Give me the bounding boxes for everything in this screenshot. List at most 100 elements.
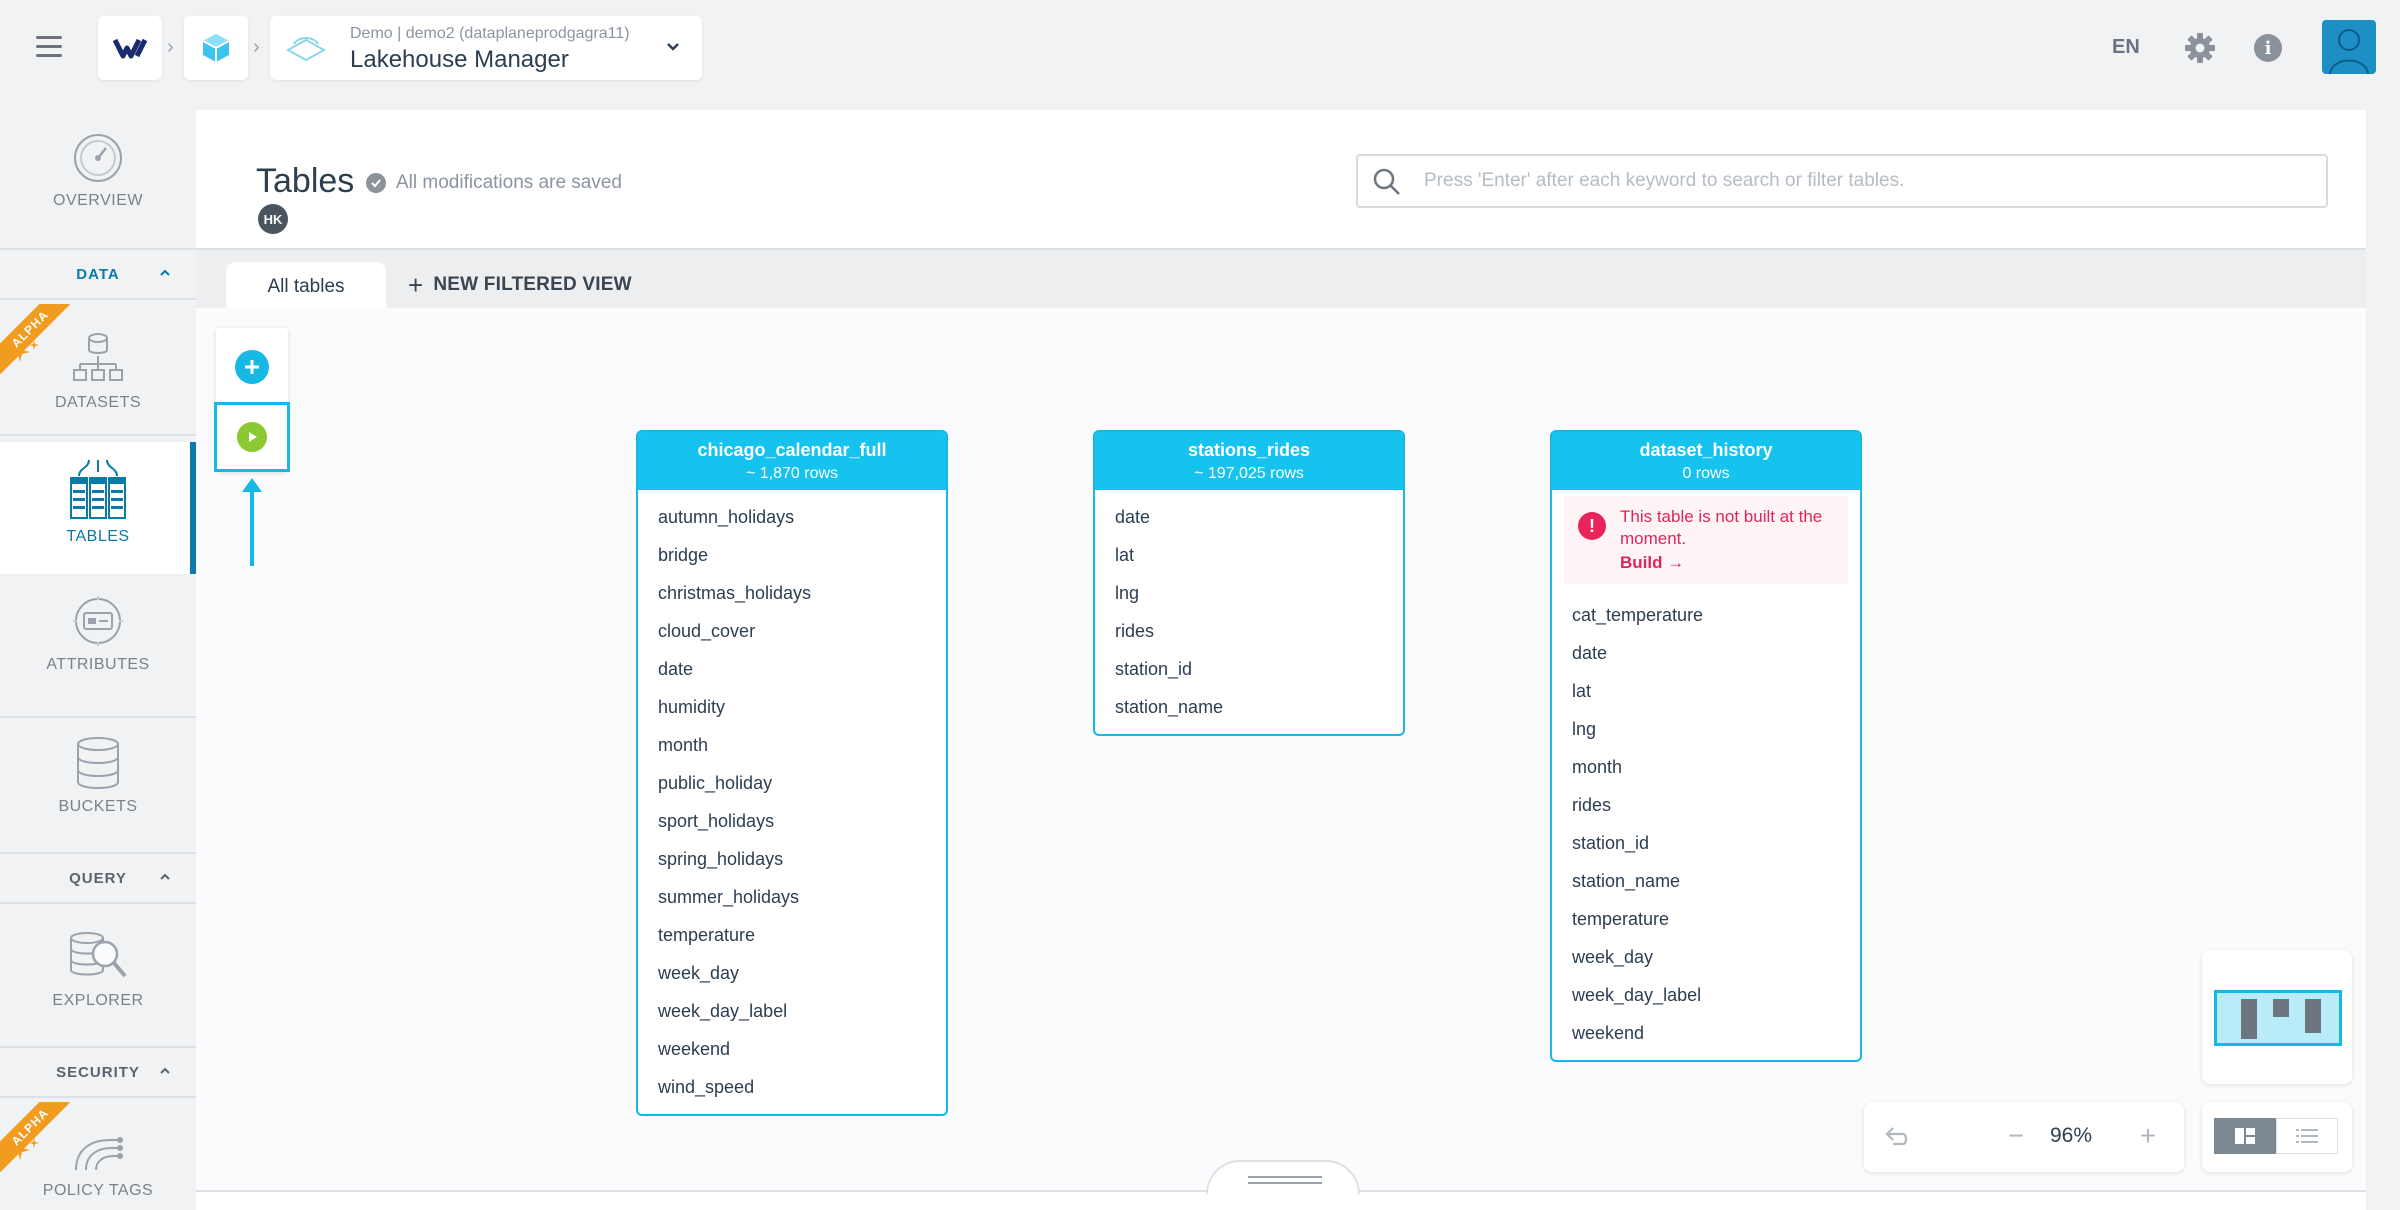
column-item[interactable]: lat — [1095, 536, 1403, 574]
column-item[interactable]: rides — [1552, 786, 1860, 824]
policy-tags-icon — [75, 1137, 123, 1171]
table-card-header[interactable]: dataset_history 0 rows — [1552, 432, 1860, 490]
tables-canvas[interactable]: chicago_calendar_full ~ 1,870 rows autum… — [196, 308, 2366, 1188]
sidebar-item-buckets[interactable]: BUCKETS — [0, 736, 196, 856]
sidebar-item-attributes[interactable]: ATTRIBUTES — [0, 594, 196, 714]
explorer-magnifier-icon — [70, 932, 127, 978]
column-item[interactable]: wind_speed — [638, 1068, 946, 1106]
project-crumb[interactable] — [184, 16, 248, 80]
user-icon — [2329, 29, 2369, 74]
column-item[interactable]: station_id — [1095, 650, 1403, 688]
language-selector[interactable]: EN — [2112, 36, 2140, 59]
section-label: DATA — [76, 265, 120, 283]
graph-view-toggle[interactable] — [2214, 1118, 2276, 1154]
plus-icon — [245, 360, 259, 374]
column-item[interactable]: station_name — [1095, 688, 1403, 726]
search-input[interactable] — [1424, 170, 2284, 192]
column-item[interactable]: date — [1552, 634, 1860, 672]
column-item[interactable]: week_day — [1552, 938, 1860, 976]
table-card[interactable]: dataset_history 0 rows ! This table is n… — [1550, 430, 1862, 1062]
section-header-query[interactable]: QUERY — [0, 852, 196, 904]
sidebar-item-label: BUCKETS — [58, 798, 138, 815]
sidebar: OVERVIEW DATA DATASETS ALPHA TABLES ATTR… — [0, 96, 196, 1210]
column-item[interactable]: humidity — [638, 688, 946, 726]
column-item[interactable]: temperature — [638, 916, 946, 954]
view-mode-switch — [2202, 1102, 2352, 1172]
add-table-button[interactable] — [235, 350, 269, 384]
tab-all-tables[interactable]: All tables — [226, 262, 386, 312]
list-view-toggle[interactable] — [2276, 1118, 2338, 1154]
minimap-viewport[interactable] — [2214, 990, 2342, 1046]
column-item[interactable]: public_holiday — [638, 764, 946, 802]
app-switcher[interactable]: Demo | demo2 (dataplaneprodgagra11) Lake… — [270, 16, 702, 80]
info-icon[interactable]: i — [2254, 34, 2282, 62]
sidebar-item-label: OVERVIEW — [53, 192, 143, 209]
chevron-down-icon[interactable] — [666, 40, 680, 54]
sidebar-item-tables[interactable]: TABLES — [0, 442, 196, 574]
menu-icon[interactable] — [36, 36, 62, 58]
column-item[interactable]: date — [1095, 498, 1403, 536]
column-item[interactable]: cloud_cover — [638, 612, 946, 650]
table-row-count: ~ 1,870 rows — [745, 465, 839, 482]
table-card-header[interactable]: stations_rides ~ 197,025 rows — [1095, 432, 1403, 490]
table-card[interactable]: stations_rides ~ 197,025 rows date lat l… — [1093, 430, 1405, 736]
sparkle-icon — [10, 1138, 39, 1160]
canvas-minimap[interactable] — [2202, 950, 2352, 1084]
user-initials-avatar[interactable]: HK — [258, 204, 288, 234]
build-tables-button[interactable] — [214, 402, 290, 472]
column-item[interactable]: weekend — [1552, 1014, 1860, 1052]
sidebar-item-overview[interactable]: OVERVIEW — [0, 132, 196, 252]
column-item[interactable]: month — [638, 726, 946, 764]
build-table-link[interactable]: Build → — [1620, 552, 1838, 574]
column-item[interactable]: cat_temperature — [1552, 596, 1860, 634]
alpha-badge: ALPHA — [0, 1102, 70, 1172]
column-item[interactable]: week_day — [638, 954, 946, 992]
column-item[interactable]: lat — [1552, 672, 1860, 710]
column-item[interactable]: bridge — [638, 536, 946, 574]
table-card-header[interactable]: chicago_calendar_full ~ 1,870 rows — [638, 432, 946, 490]
chevron-right-icon: › — [253, 36, 260, 58]
section-label: QUERY — [69, 869, 127, 887]
table-search[interactable] — [1356, 154, 2328, 208]
zoom-out-button[interactable]: − — [1998, 1118, 2034, 1154]
column-item[interactable]: station_id — [1552, 824, 1860, 862]
column-item[interactable]: lng — [1095, 574, 1403, 612]
sidebar-divider — [0, 434, 196, 436]
home-logo-button[interactable] — [98, 16, 162, 80]
column-item[interactable]: station_name — [1552, 862, 1860, 900]
column-item[interactable]: autumn_holidays — [638, 498, 946, 536]
column-item[interactable]: weekend — [638, 1030, 946, 1068]
column-item[interactable]: sport_holidays — [638, 802, 946, 840]
app-title: Lakehouse Manager — [350, 46, 569, 73]
column-item[interactable]: lng — [1552, 710, 1860, 748]
table-card[interactable]: chicago_calendar_full ~ 1,870 rows autum… — [636, 430, 948, 1116]
undo-button[interactable] — [1878, 1118, 1914, 1154]
resize-handle[interactable] — [1206, 1160, 1360, 1194]
chevron-up-icon — [160, 1067, 170, 1074]
column-item[interactable]: spring_holidays — [638, 840, 946, 878]
logo-icon — [113, 38, 147, 59]
column-item[interactable]: week_day_label — [638, 992, 946, 1030]
column-item[interactable]: rides — [1095, 612, 1403, 650]
table-name: stations_rides — [1187, 440, 1311, 460]
column-item[interactable]: date — [638, 650, 946, 688]
section-header-data[interactable]: DATA — [0, 248, 196, 300]
zoom-in-button[interactable]: + — [2130, 1118, 2166, 1154]
column-item[interactable]: christmas_holidays — [638, 574, 946, 612]
sidebar-divider — [0, 716, 196, 718]
column-item[interactable]: summer_holidays — [638, 878, 946, 916]
alert-icon: ! — [1578, 512, 1606, 540]
user-avatar[interactable] — [2322, 20, 2376, 74]
column-list: cat_temperature date lat lng month rides… — [1552, 596, 1860, 1060]
column-item[interactable]: week_day_label — [1552, 976, 1860, 1014]
section-header-security[interactable]: SECURITY — [0, 1046, 196, 1098]
sidebar-item-explorer[interactable]: EXPLORER — [0, 930, 196, 1050]
column-item[interactable]: month — [1552, 748, 1860, 786]
new-filtered-view-button[interactable]: + NEW FILTERED VIEW — [408, 272, 632, 298]
table-row-count: 0 rows — [1682, 465, 1730, 482]
gear-icon[interactable] — [2184, 32, 2216, 64]
sidebar-item-label: ATTRIBUTES — [46, 656, 150, 673]
breadcrumb-context: Demo | demo2 (dataplaneprodgagra11) — [350, 25, 630, 42]
sidebar-item-label: EXPLORER — [52, 992, 144, 1009]
column-item[interactable]: temperature — [1552, 900, 1860, 938]
